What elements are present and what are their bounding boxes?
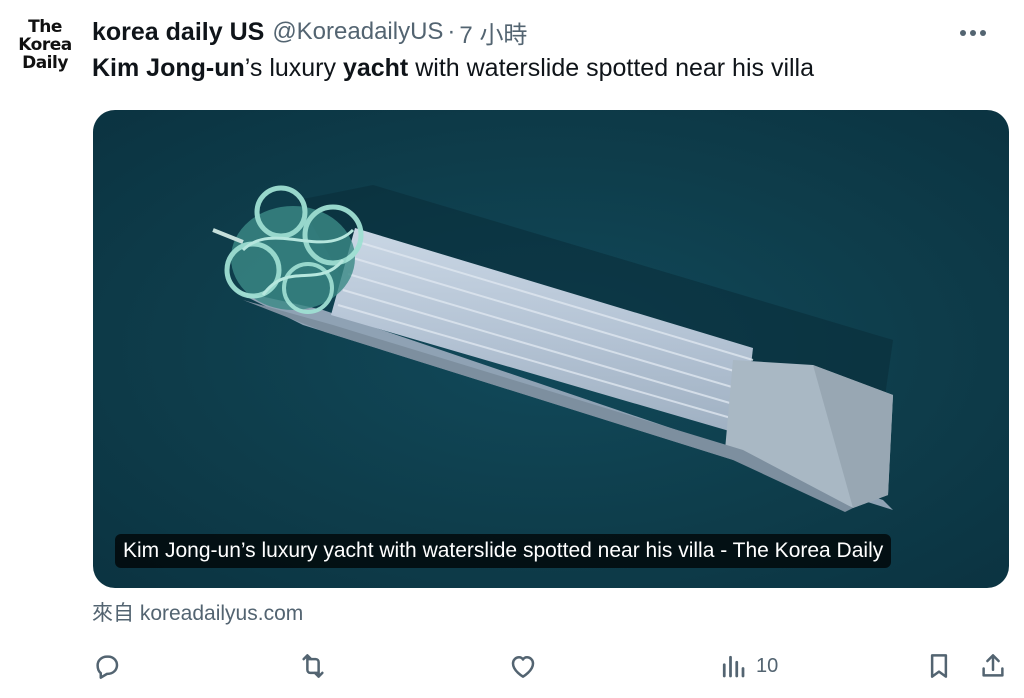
share-icon — [982, 654, 1004, 677]
yacht-satellite-image — [212, 185, 893, 512]
tweet-text-part: yacht — [342, 54, 409, 82]
reply-button[interactable] — [92, 646, 122, 686]
more-icon — [960, 30, 986, 36]
tweet-header: korea daily US @KoreadailyUS · 7 小時 — [92, 14, 1004, 50]
tweet-text-part: ’s luxury — [244, 54, 343, 82]
bookmark-icon — [930, 654, 948, 678]
avatar-line: The — [28, 17, 62, 37]
card-source[interactable]: 來自 koreadailyus.com — [92, 597, 303, 627]
views-count: 10 — [756, 654, 779, 677]
author-handle[interactable]: @KoreadailyUS — [272, 18, 443, 46]
bookmark-button[interactable] — [924, 646, 954, 686]
views-icon — [722, 655, 745, 678]
heart-icon — [511, 656, 535, 678]
card-caption: Kim Jong-un’s luxury yacht with watersli… — [115, 534, 892, 568]
tweet-text: Kim Jong-un’s luxury yacht with watersli… — [92, 54, 814, 83]
separator-dot: · — [447, 18, 456, 45]
like-button[interactable] — [508, 646, 538, 686]
link-card[interactable]: Kim Jong-un’s luxury yacht with watersli… — [93, 110, 1009, 588]
retweet-button[interactable] — [298, 646, 328, 686]
share-button[interactable] — [978, 646, 1008, 686]
retweet-icon — [302, 654, 324, 678]
reply-icon — [96, 655, 119, 679]
tweet-text-part: with waterslide spotted near his villa — [408, 54, 815, 82]
tweet-text-part: Kim Jong-un — [92, 54, 245, 82]
avatar-line: Korea — [18, 35, 72, 55]
action-bar: 10 — [92, 646, 1012, 686]
avatar[interactable]: The Korea Daily — [8, 18, 82, 78]
author-name[interactable]: korea daily US — [92, 18, 264, 47]
timestamp[interactable]: 7 小時 — [459, 15, 527, 50]
views-button[interactable]: 10 — [718, 646, 778, 686]
more-options-button[interactable] — [956, 16, 990, 50]
avatar-line: Daily — [22, 53, 68, 73]
